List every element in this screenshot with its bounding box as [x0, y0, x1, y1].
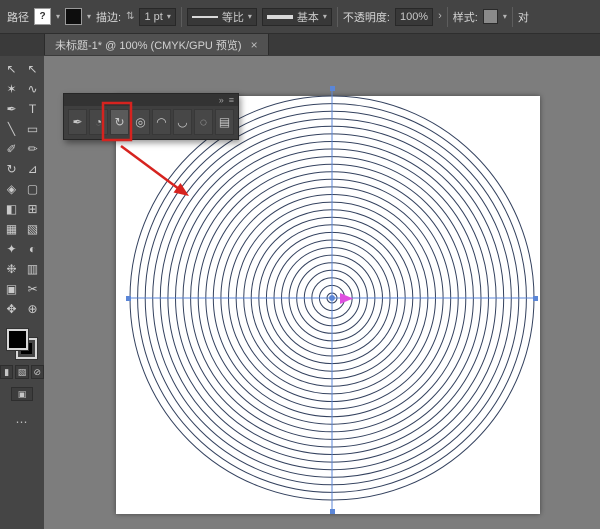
panel-button-row: ✒◔↻◎◠◡◌▤: [64, 106, 238, 138]
color-button[interactable]: ▮: [0, 365, 13, 379]
width-profile-dropdown-icon: ▾: [248, 13, 252, 21]
document-tab-bar: 未标题-1* @ 100% (CMYK/GPU 预览) ×: [0, 34, 600, 57]
center-anchor-point: [329, 295, 335, 301]
line-segment-tool-icon[interactable]: ╲: [1, 119, 22, 139]
lasso-tool-icon[interactable]: ∿: [22, 79, 43, 99]
quarter-circle-icon[interactable]: ◔: [89, 109, 108, 135]
panel-menu-icon[interactable]: ≡: [229, 95, 234, 105]
arc-up-icon[interactable]: ◠: [152, 109, 171, 135]
magic-wand-tool-icon[interactable]: ✶: [1, 79, 22, 99]
separator: [181, 7, 182, 27]
perspective-grid-tool-icon[interactable]: ⊞: [22, 199, 43, 219]
separator: [337, 7, 338, 27]
fill-color-swatch[interactable]: ?: [34, 8, 51, 25]
style-dropdown-icon[interactable]: ▾: [503, 13, 507, 21]
gradient-tool-icon[interactable]: ▧: [22, 219, 43, 239]
control-bar: 路径 ? ▾ ▾ 描边: ⇅ 1 pt ▾ 等比 ▾ 基本 ▾ 不透明度: 10…: [0, 0, 600, 34]
rectangle-tool-icon[interactable]: ▭: [22, 119, 43, 139]
column-graph-tool-icon[interactable]: ▥: [22, 259, 43, 279]
symbol-sprayer-tool-icon[interactable]: ❉: [1, 259, 22, 279]
separator: [512, 7, 513, 27]
tool-grid: ↖↖✶∿✒T╲▭✐✏↻⊿◈▢◧⊞▦▧✦◐❉▥▣✂✥⊕: [0, 56, 44, 319]
drawing-mode-button[interactable]: ▣: [11, 387, 33, 401]
center-marker-arrow: [340, 293, 353, 304]
pen-shape-icon[interactable]: ✒: [68, 109, 87, 135]
artboard-tool-icon[interactable]: ▣: [1, 279, 22, 299]
direct-selection-tool-icon[interactable]: ↖: [22, 59, 43, 79]
pen-tool-icon[interactable]: ✒: [1, 99, 22, 119]
illustrator-window: 路径 ? ▾ ▾ 描边: ⇅ 1 pt ▾ 等比 ▾ 基本 ▾ 不透明度: 10…: [0, 0, 600, 529]
floating-tool-panel[interactable]: » ≡ ✒◔↻◎◠◡◌▤: [63, 93, 239, 140]
shape-builder-tool-icon[interactable]: ◧: [1, 199, 22, 219]
guide-anchor-left: [126, 296, 131, 301]
opacity-field[interactable]: 100%: [395, 8, 433, 26]
blend-tool-icon[interactable]: ◐: [22, 239, 43, 259]
stroke-weight-value: 1 pt: [144, 11, 162, 23]
scale-tool-icon[interactable]: ⊿: [22, 159, 43, 179]
dashed-circle-icon[interactable]: ◌: [194, 109, 213, 135]
concentric-target-icon[interactable]: ◎: [131, 109, 150, 135]
mesh-tool-icon[interactable]: ▦: [1, 219, 22, 239]
none-button[interactable]: ⊘: [31, 365, 44, 379]
slice-tool-icon[interactable]: ✂: [22, 279, 43, 299]
separator: [447, 7, 448, 27]
lined-square-icon[interactable]: ▤: [215, 109, 234, 135]
width-profile-dropdown[interactable]: 等比 ▾: [187, 8, 257, 26]
more-tools-button[interactable]: ⋯: [0, 415, 44, 429]
panel-collapse-icon[interactable]: »: [219, 95, 224, 105]
tab-close-icon[interactable]: ×: [251, 38, 258, 52]
opacity-chevron-icon[interactable]: ›: [438, 11, 442, 22]
guides-group: [126, 86, 538, 514]
stroke-dropdown-icon[interactable]: ▾: [87, 13, 91, 21]
selection-tool-icon[interactable]: ↖: [1, 59, 22, 79]
paintbrush-tool-icon[interactable]: ✐: [1, 139, 22, 159]
rotate-tool-icon[interactable]: ↻: [1, 159, 22, 179]
width-profile-label: 等比: [222, 9, 244, 25]
stroke-weight-field[interactable]: 1 pt ▾: [139, 8, 175, 26]
guide-anchor-bottom: [330, 509, 335, 514]
arc-down-icon[interactable]: ◡: [173, 109, 192, 135]
drawing-mode-row: ▣: [0, 387, 44, 401]
width-tool-icon[interactable]: ◈: [1, 179, 22, 199]
stroke-weight-dropdown-icon: ▾: [167, 13, 171, 21]
color-mode-row: ▮ ▧ ⊘: [0, 365, 44, 379]
brush-definition-dropdown[interactable]: 基本 ▾: [262, 8, 332, 26]
style-swatch[interactable]: [483, 9, 498, 24]
brush-definition-label: 基本: [297, 9, 319, 25]
zoom-tool-icon[interactable]: ⊕: [22, 299, 43, 319]
selection-type-label: 路径: [7, 9, 29, 25]
stroke-weight-stepper-icon[interactable]: ⇅: [126, 12, 134, 22]
rotate-circle-icon[interactable]: ↻: [110, 109, 129, 135]
type-tool-icon[interactable]: T: [22, 99, 43, 119]
stroke-color-swatch[interactable]: [65, 8, 82, 25]
fill-stroke-indicator[interactable]: [7, 329, 37, 359]
brush-definition-dropdown-icon: ▾: [323, 13, 327, 21]
free-transform-tool-icon[interactable]: ▢: [22, 179, 43, 199]
fill-proxy-swatch[interactable]: [7, 329, 28, 350]
opacity-value: 100%: [400, 11, 428, 23]
fill-dropdown-icon[interactable]: ▾: [56, 13, 60, 21]
tools-panel: ↖↖✶∿✒T╲▭✐✏↻⊿◈▢◧⊞▦▧✦◐❉▥▣✂✥⊕ ▮ ▧ ⊘ ▣ ⋯: [0, 56, 45, 529]
document-tab-title: 未标题-1* @ 100% (CMYK/GPU 预览): [55, 37, 242, 53]
style-label: 样式:: [453, 9, 478, 25]
gradient-button[interactable]: ▧: [15, 365, 28, 379]
opacity-label: 不透明度:: [343, 9, 390, 25]
panel-titlebar: » ≡: [64, 94, 238, 106]
pencil-tool-icon[interactable]: ✏: [22, 139, 43, 159]
eyedropper-tool-icon[interactable]: ✦: [1, 239, 22, 259]
width-profile-preview: [192, 16, 218, 18]
guide-anchor-top: [330, 86, 335, 91]
guide-anchor-right: [533, 296, 538, 301]
align-label: 对: [518, 9, 529, 25]
brush-definition-preview: [267, 15, 293, 19]
hand-tool-icon[interactable]: ✥: [1, 299, 22, 319]
document-tab[interactable]: 未标题-1* @ 100% (CMYK/GPU 预览) ×: [44, 34, 269, 55]
stroke-weight-label: 描边:: [96, 9, 121, 25]
